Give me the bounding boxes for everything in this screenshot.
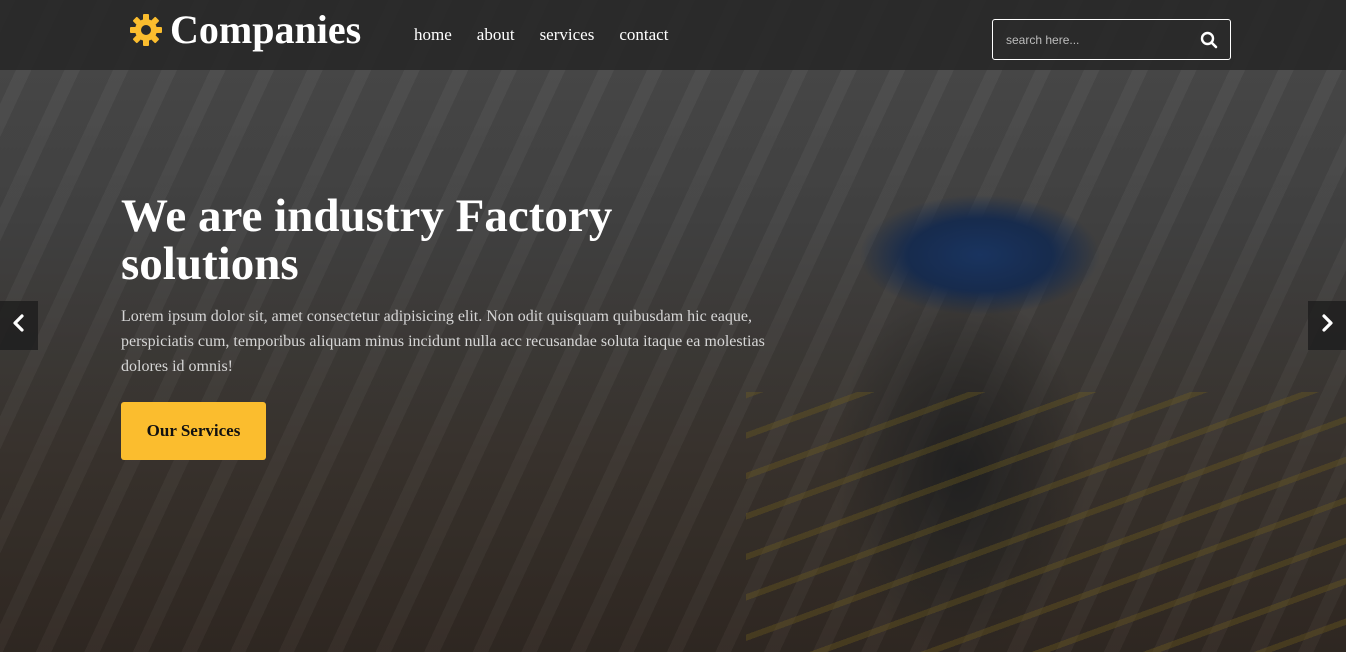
logo-text: Companies [170,7,362,52]
nav-item-contact[interactable]: contact [619,24,668,46]
chevron-right-icon [1320,314,1334,337]
search-input[interactable] [993,23,1193,56]
nav-item-home[interactable]: home [414,24,452,46]
nav-item-services[interactable]: services [540,24,595,46]
carousel-prev-button[interactable] [0,301,38,350]
site-header: Companies home about services contact [0,0,1346,70]
main-nav: home about services contact [414,24,693,46]
gear-icon [128,12,164,48]
hero-title: We are industry Factory solutions [121,190,613,290]
search-icon[interactable] [1200,31,1218,49]
hero-description: Lorem ipsum dolor sit, amet consectetur … [121,308,765,375]
search-box [992,19,1231,60]
our-services-button[interactable]: Our Services [121,402,266,460]
logo[interactable]: Companies [128,8,361,52]
nav-item-about[interactable]: about [477,24,515,46]
chevron-left-icon [12,314,26,337]
carousel-next-button[interactable] [1308,301,1346,350]
